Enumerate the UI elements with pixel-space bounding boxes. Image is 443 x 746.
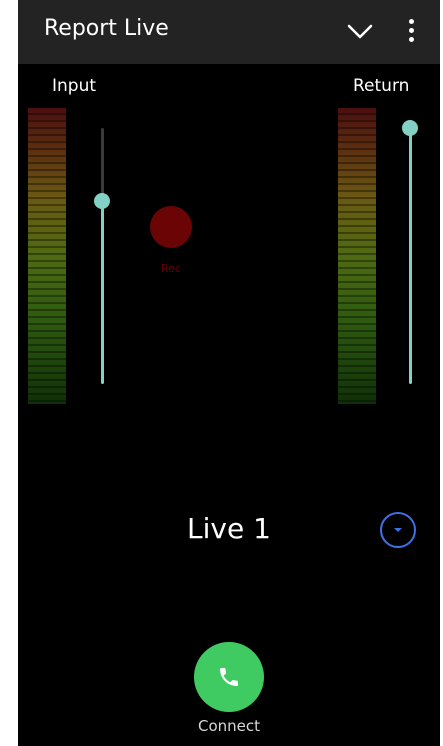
channel-dropdown-button[interactable]: [380, 512, 416, 548]
input-slider-track-upper: [101, 128, 104, 201]
return-slider-thumb[interactable]: [402, 120, 418, 136]
chevron-down-icon[interactable]: [342, 16, 378, 48]
input-label: Input: [52, 76, 97, 96]
connect-button[interactable]: [194, 642, 264, 712]
app-bar: Report Live: [18, 0, 440, 64]
return-label: Return: [353, 76, 410, 96]
app-title: Report Live: [44, 16, 169, 41]
connect-label: Connect: [197, 717, 261, 735]
rec-label: Rec: [161, 262, 181, 275]
more-vert-icon[interactable]: [400, 14, 424, 48]
input-level-meter: [28, 108, 66, 404]
return-slider-track: [409, 128, 412, 384]
return-level-meter: [338, 108, 376, 404]
channel-name: Live 1: [187, 512, 271, 545]
rec-button[interactable]: [150, 206, 192, 248]
input-slider-track-lower: [101, 201, 104, 384]
phone-icon: [220, 668, 238, 686]
input-slider-thumb[interactable]: [94, 193, 110, 209]
phone-screen: Report Live Input Return Rec Live 1 Conn…: [18, 0, 440, 746]
arrow-down-icon: [394, 528, 402, 532]
